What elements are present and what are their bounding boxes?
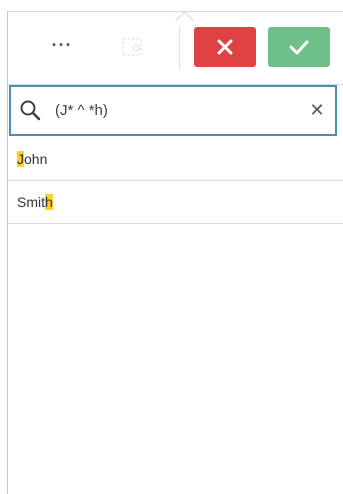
close-icon [217, 39, 233, 55]
selection-popover: ··· ✕ John [7, 11, 343, 494]
selection-tool-icon [122, 38, 142, 56]
value-list: John Smith [8, 138, 343, 224]
list-item-before: Smit [17, 194, 45, 210]
match-highlight: h [45, 194, 53, 210]
list-item[interactable]: Smith [8, 181, 343, 224]
cancel-selection-button[interactable] [194, 27, 256, 67]
confirm-selection-button[interactable] [268, 27, 330, 67]
list-item-rest: ohn [24, 151, 48, 167]
search-input[interactable] [55, 97, 285, 123]
checkmark-icon [289, 40, 309, 55]
match-highlight: J [17, 151, 24, 167]
more-options-button[interactable]: ··· [45, 34, 79, 60]
search-box: ✕ [9, 85, 337, 136]
clear-search-icon[interactable]: ✕ [307, 100, 327, 120]
search-icon [20, 100, 41, 121]
selection-tool-button[interactable] [120, 36, 146, 60]
toolbar: ··· [8, 12, 343, 85]
list-item[interactable]: John [8, 138, 343, 181]
toolbar-separator [179, 26, 180, 70]
